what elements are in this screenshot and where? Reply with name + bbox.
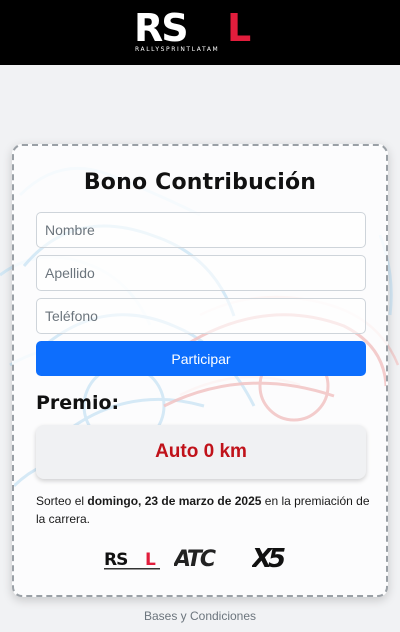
apellido-input[interactable] [36, 255, 366, 291]
sponsor-atc-logo: ATC [174, 547, 218, 572]
sponsor-x5-logo: X5 [252, 544, 289, 574]
logo-text-l: L [227, 9, 251, 50]
sponsor-rsl-logo: RS L [104, 550, 160, 570]
draw-prefix: Sorteo el [36, 494, 88, 508]
sponsor-rsl-l: L [145, 550, 156, 570]
prize-value: Auto 0 km [155, 441, 247, 462]
draw-description: Sorteo el domingo, 23 de marzo de 2025 e… [36, 492, 371, 528]
contribution-form-card: Bono Contribución Participar Premio: Aut… [12, 144, 388, 597]
top-header: RS L RALLYSPRINTLATAM [0, 0, 400, 65]
nombre-input[interactable] [36, 212, 366, 248]
premio-heading: Premio: [36, 392, 120, 414]
sponsor-x5-text: X5 [252, 544, 285, 574]
telefono-input[interactable] [36, 298, 366, 334]
form-title: Bono Contribución [83, 170, 317, 195]
sponsor-rsl-rs: RS [104, 550, 127, 570]
sponsor-logos: RS L ATC X5 [14, 540, 386, 576]
logo-text-rs: RS [134, 9, 187, 50]
draw-date: domingo, 23 de marzo de 2025 [87, 494, 262, 508]
participar-button[interactable]: Participar [36, 341, 366, 376]
bases-condiciones-link[interactable]: Bases y Condiciones [0, 609, 400, 623]
prize-box: Auto 0 km [36, 425, 366, 479]
sponsor-atc-text: ATC [174, 547, 216, 572]
logo-subtext: RALLYSPRINTLATAM [135, 46, 219, 53]
rsl-logo: RS L RALLYSPRINTLATAM [134, 9, 251, 53]
